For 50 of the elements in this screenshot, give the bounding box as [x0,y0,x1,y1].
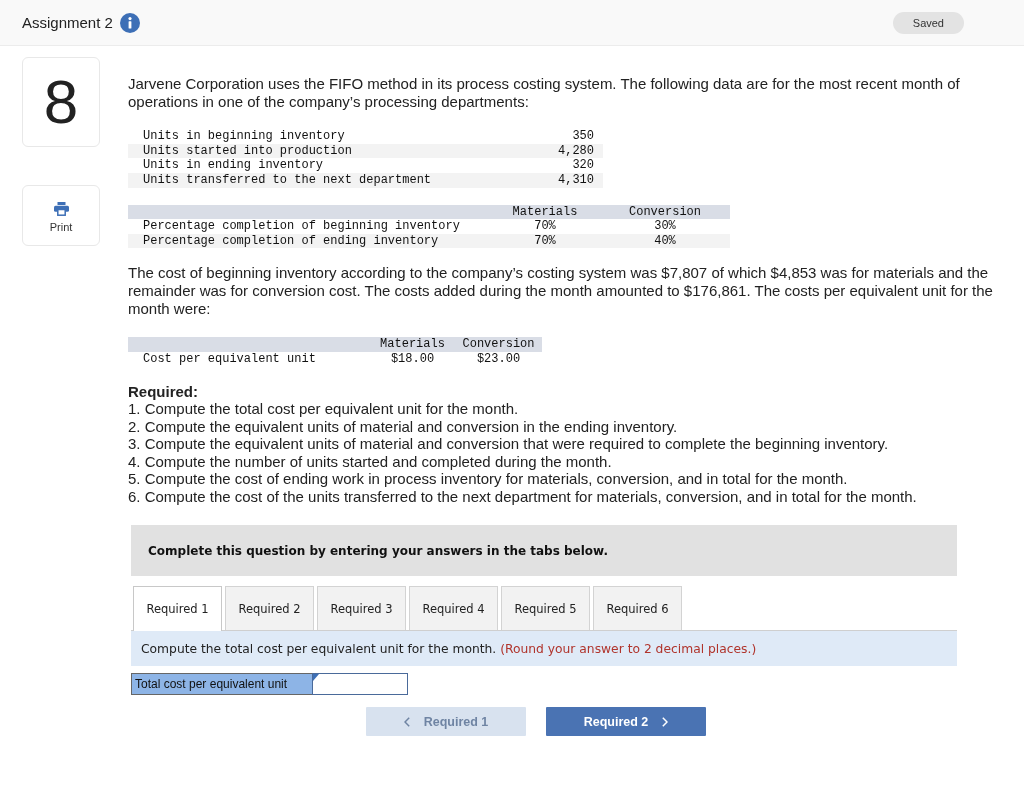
tab[interactable]: Required 2 [225,586,314,631]
saved-status: Saved [892,11,964,34]
table-cell-text: 30% [653,219,677,234]
assignment-title: Assignment 2 [22,14,113,31]
table-cell-text: 350 [571,129,595,144]
tab[interactable]: Required 1 [133,586,222,632]
table-cell-text: Cost per equivalent unit [142,351,317,367]
table-cell-text: Percentage completion of beginning inventory [142,219,461,234]
required-item: 1. Compute the total cost per equivalent unit for the month. [128,400,520,418]
print-button[interactable]: Print [22,185,100,246]
instruction-text: Compute the total cost per equivalent unit for the month. (Round your answer to 2 decimal places.) [141,641,757,656]
table-cell-text: $18.00 [389,351,436,367]
printer-icon [53,202,69,216]
required-item: 4. Compute the number of units started and completed during the month. [128,452,613,471]
tab[interactable]: Required 4 [409,586,498,631]
column-header: Conversion [461,337,536,352]
column-header: Materials [511,204,579,220]
chevron-right-icon [662,716,669,727]
table-cell-text: Units in ending inventory [142,158,325,173]
corner-flag-icon [313,674,319,682]
next-button[interactable]: Required 2 [546,707,706,737]
question-number: 8 [43,71,79,133]
input-field[interactable] [312,673,408,696]
table-cell-text: 320 [571,158,595,173]
required-item: 5. Compute the cost of ending work in process inventory for materials, conversion, and in total for the month. [128,470,849,488]
field-label: Total cost per equivalent unit [131,673,312,696]
chevron-left-icon [403,716,410,727]
required-heading: Required: [128,382,199,401]
intro-paragraph: Jarvene Corporation uses the FIFO method in its process costing system. The following data are for the most recent month of operations in one of the company’s processing departments: [128,75,961,111]
table-cell-text: 4,310 [557,172,595,188]
column-header: Materials [379,337,446,352]
required-item: 3. Compute the equivalent units of material and conversion that were required to complete the beginning inventory. [128,435,890,453]
table-cell-text: Units started into production [142,143,353,159]
table-cell-text: Units transferred to the next department [142,172,433,188]
table-cell-text: $23.00 [475,351,522,367]
table-cell-text: Units in beginning inventory [142,129,346,144]
tab[interactable]: Required 6 [593,586,682,631]
table-cell-text: 40% [653,233,677,249]
tab[interactable]: Required 3 [317,586,406,631]
table-cell-text: 4,280 [557,143,595,159]
tab[interactable]: Required 5 [501,586,590,631]
table-cell-text: 70% [533,233,557,249]
column-header: Conversion [628,204,702,220]
required-item: 6. Compute the cost of the units transferred to the next department for materials, conversion, and in total for the month. [128,487,918,506]
info-icon[interactable] [119,12,140,33]
banner-text: Complete this question by entering your answers in the tabs below. [148,543,608,558]
required-item: 2. Compute the equivalent units of material and conversion in the ending inventory. [128,417,679,436]
cost-paragraph: The cost of beginning inventory according to the company’s costing system was $7,807 of which $4,853 was for materials and the remainder was for conversion cost. The costs added during the month amounted to $176,861. The costs per equivalent unit for the month were: [128,264,994,319]
table-cell-text: 70% [533,219,557,234]
table-cell-text: Percentage completion of ending inventory [142,233,440,249]
